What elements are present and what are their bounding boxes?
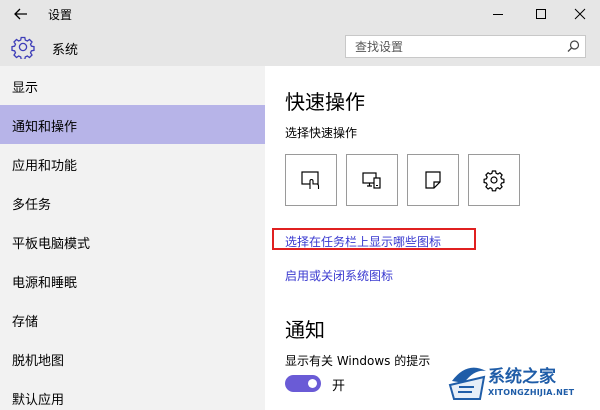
sidebar-item-label: 应用和功能 [12,159,78,174]
sidebar-item-label: 电源和睡眠 [12,276,78,291]
connect-display-icon [362,172,381,189]
notifications-heading: 通知 [285,318,325,342]
sidebar-item-label: 存储 [12,315,39,330]
search-icon[interactable] [566,39,581,54]
gear-icon [11,36,35,59]
sidebar-item-tablet-mode[interactable]: 平板电脑模式 [0,222,265,261]
page-title: 系统 [52,43,79,58]
sidebar-item-label: 多任务 [12,198,52,213]
sidebar-item-label: 显示 [12,81,39,96]
close-button[interactable] [569,4,591,24]
settings-gear-icon [483,170,505,192]
taskbar-icons-link[interactable]: 选择在任务栏上显示哪些图标 [285,233,441,250]
close-icon [574,8,586,20]
sidebar-item-storage[interactable]: 存储 [0,300,265,339]
maximize-icon [536,9,546,19]
system-icons-link[interactable]: 启用或关闭系统图标 [285,267,393,284]
quick-actions-subheading: 选择快速操作 [285,126,358,140]
back-button[interactable] [8,4,34,24]
tablet-mode-icon [301,171,320,189]
watermark: 系统之家 XITONGZHIJIA.NET [438,355,600,410]
sidebar-item-label: 脱机地图 [12,354,65,369]
sidebar-item-notifications[interactable]: 通知和操作 [0,105,265,144]
windows-tips-toggle[interactable] [285,375,321,392]
sidebar-item-label: 默认应用 [12,393,65,408]
quick-actions-heading: 快速操作 [285,90,365,114]
settings-window: 设置 系统 查找设置 显示 通知和操作 应用和功能 多任务 平板电脑模式 电源和… [0,0,600,410]
quick-action-tile-note[interactable] [407,154,459,206]
sidebar-item-apps[interactable]: 应用和功能 [0,144,265,183]
search-box[interactable] [345,35,586,58]
minimize-button[interactable] [487,4,509,24]
minimize-icon [493,14,503,15]
page-header: 系统 [0,28,600,66]
quick-action-tile-connect[interactable] [346,154,398,206]
sidebar-item-default-apps[interactable]: 默认应用 [0,378,265,410]
sidebar-item-display[interactable]: 显示 [0,66,265,105]
sidebar-item-label: 通知和操作 [12,120,78,135]
site-logo-icon [448,367,486,400]
quick-action-tile-settings[interactable] [468,154,520,206]
sidebar-item-offline-maps[interactable]: 脱机地图 [0,339,265,378]
back-arrow-icon [14,8,27,20]
sidebar-item-label: 平板电脑模式 [12,237,91,252]
sidebar-item-power-sleep[interactable]: 电源和睡眠 [0,261,265,300]
note-icon [425,171,441,189]
watermark-name: 系统之家 [488,367,556,387]
search-input[interactable] [346,36,565,57]
toggle-knob [308,379,317,388]
maximize-button[interactable] [530,4,552,24]
sidebar-item-multitasking[interactable]: 多任务 [0,183,265,222]
sidebar: 显示 通知和操作 应用和功能 多任务 平板电脑模式 电源和睡眠 存储 脱机地图 … [0,66,265,410]
title-bar: 设置 [0,0,600,28]
windows-tips-label: 显示有关 Windows 的提示 [285,354,431,368]
quick-action-tile-tablet-mode[interactable] [285,154,337,206]
toggle-state-label: 开 [332,379,346,394]
window-title: 设置 [48,8,73,22]
watermark-url: XITONGZHIJIA.NET [488,388,575,397]
